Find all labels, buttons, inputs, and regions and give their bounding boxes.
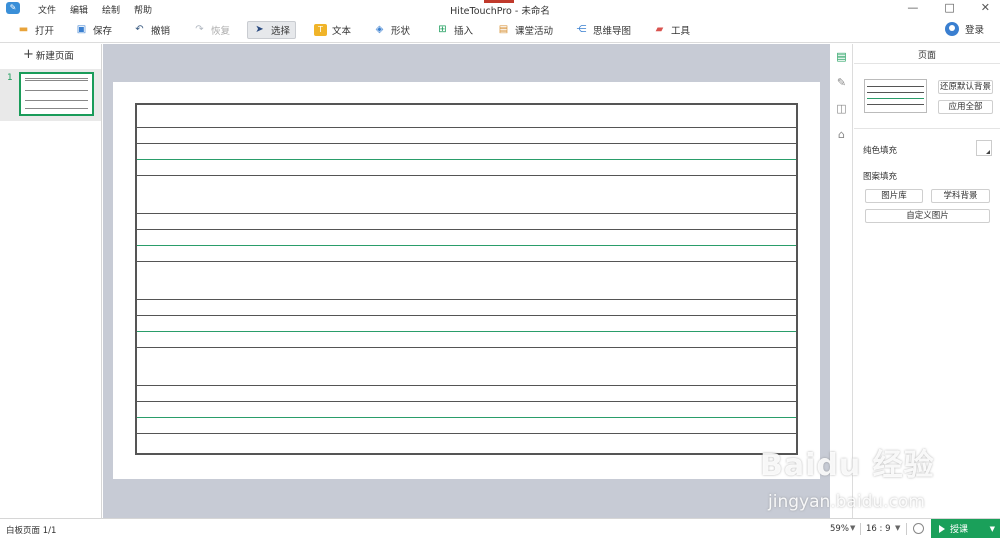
select-label: 选择 [271,26,291,37]
title-indicator [484,0,514,3]
canvas-area[interactable] [103,44,830,518]
text-label: 文本 [332,26,352,37]
insert-button[interactable]: ⊞ 插入 [431,21,478,39]
close-icon[interactable]: ✕ [981,1,990,14]
fill-color-picker[interactable] [976,140,992,156]
side-tab-strip: ▤ ✎ ◫ ⌂ [830,44,853,518]
subject-bg-button[interactable]: 学科背景 [931,189,990,203]
divider [854,63,1000,64]
redo-icon: ↷ [195,24,204,35]
start-lesson-button[interactable]: 授课 ▼ [931,519,1000,538]
aspect-ratio[interactable]: 16 : 9 [866,524,891,534]
pages-panel: + 新建页面 1 [0,44,102,518]
image-library-button[interactable]: 图片库 [865,189,923,203]
text-button[interactable]: T 文本 [309,21,356,39]
undo-button[interactable]: ↶ 撤销 [128,21,175,39]
select-button[interactable]: ➤ 选择 [247,21,297,39]
new-page-button[interactable]: + 新建页面 [23,48,74,62]
folder-icon: ▬ [18,24,29,35]
open-button[interactable]: ▬ 打开 [12,21,59,39]
pin-icon[interactable]: ✎ [835,76,848,89]
undo-icon: ↶ [135,24,144,35]
save-label: 保存 [93,26,113,37]
mind-map-button[interactable]: ⋲ 思维导图 [570,21,636,39]
window-controls: — □ ✕ [907,1,990,14]
lesson-dropdown-icon[interactable]: ▼ [990,525,995,533]
divider [854,128,1000,129]
page-info: 白板页面 1/1 [6,526,57,536]
redo-label: 恢复 [211,26,231,37]
user-avatar-icon [944,22,959,36]
tools-label: 工具 [671,26,691,37]
insert-label: 插入 [454,26,474,37]
maximize-icon[interactable]: □ [944,1,954,14]
login-button[interactable]: 登录 [944,22,984,36]
shape-label: 形状 [391,26,411,37]
text-icon: T [314,24,327,36]
open-label: 打开 [35,26,55,37]
pattern-fill-label: 图案填充 [863,172,898,182]
divider [906,523,907,535]
tools-button[interactable]: ▰ 工具 [648,21,695,39]
page-properties-panel: 页面 还原默认背景 应用全部 纯色填充 图案填充 图片库 学科背景 自定义图片 [854,44,1000,518]
resource-icon[interactable]: ⌂ [835,128,848,141]
class-activity-button[interactable]: ▤ 课堂活动 [492,21,558,39]
page-number: 1 [7,73,13,83]
page-thumbnail-row[interactable]: 1 [0,69,101,121]
shape-button[interactable]: ◈ 形状 [368,21,415,39]
custom-image-button[interactable]: 自定义图片 [865,209,990,223]
restore-default-bg-button[interactable]: 还原默认背景 [938,80,993,94]
login-label: 登录 [964,25,984,36]
mind-map-label: 思维导图 [593,26,632,37]
new-page-label: 新建页面 [35,51,74,62]
ratio-dropdown-icon[interactable]: ▼ [895,524,900,532]
whiteboard-slide[interactable] [113,82,820,479]
page-thumbnail[interactable] [19,72,94,116]
mind-map-icon: ⋲ [576,24,587,35]
panel-title: 页面 [917,51,936,61]
save-icon: ▣ [76,24,87,35]
cursor-icon: ➤ [255,24,264,35]
main-toolbar: ▬ 打开 ▣ 保存 ↶ 撤销 ↷ 恢复 ➤ 选择 T 文本 ◈ 形状 ⊞ 插入 [0,18,1000,43]
plus-icon: + [23,47,34,62]
play-icon [939,524,945,533]
insert-icon: ⊞ [438,24,447,35]
save-button[interactable]: ▣ 保存 [70,21,117,39]
status-bar: 白板页面 1/1 59% ▼ 16 : 9 ▼ 授课 ▼ [0,518,1000,538]
window-title: HiteTouchPro - 未命名 [450,6,550,17]
lined-paper [135,103,798,455]
shape-icon: ◈ [375,24,384,35]
app-window: ✎ 文件 编辑 绘制 帮助 HiteTouchPro - 未命名 — □ ✕ ▬… [0,0,1000,538]
divider [860,523,861,535]
start-lesson-label: 授课 [950,525,969,535]
undo-label: 撤销 [151,26,171,37]
background-preview [864,79,927,113]
apply-all-button[interactable]: 应用全部 [938,100,993,114]
fullscreen-icon[interactable] [913,523,924,534]
title-bar: ✎ 文件 编辑 绘制 帮助 HiteTouchPro - 未命名 — □ ✕ [0,0,1000,17]
activity-icon: ▤ [498,24,509,35]
redo-button[interactable]: ↷ 恢复 [188,21,235,39]
minimize-icon[interactable]: — [907,1,918,14]
layers-icon[interactable]: ◫ [835,102,848,115]
toolbox-icon: ▰ [655,24,664,35]
solid-fill-label: 纯色填充 [863,146,898,156]
zoom-dropdown-icon[interactable]: ▼ [850,524,855,532]
zoom-level[interactable]: 59% [830,524,849,534]
page-settings-icon[interactable]: ▤ [835,50,848,63]
class-activity-label: 课堂活动 [515,26,554,37]
